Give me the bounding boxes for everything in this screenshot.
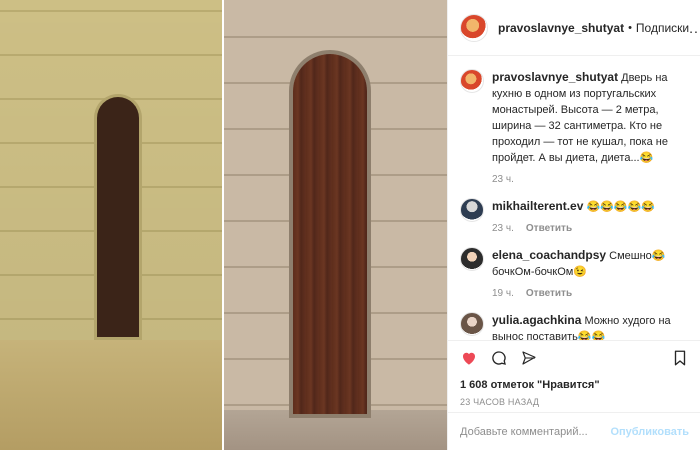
comment-icon[interactable] xyxy=(490,349,508,370)
bookmark-icon[interactable] xyxy=(671,349,689,370)
comment-avatar[interactable] xyxy=(460,198,484,222)
comment-body: mikhailterent.ev 😂😂😂😂😂 23 ч. Ответить xyxy=(492,198,689,237)
header-username[interactable]: pravoslavnye_shutyat xyxy=(498,21,624,35)
comments-section: pravoslavnye_shutyat Дверь на кухню в од… xyxy=(448,57,700,340)
publish-button[interactable]: Опубликовать xyxy=(610,426,689,438)
comment-time[interactable]: 19 ч. xyxy=(492,286,514,302)
separator-dot: • xyxy=(628,21,632,34)
comment-row: elena_coachandpsy Смешно😂 бочкОм-бочкОм😉… xyxy=(460,247,689,302)
caption-text: Дверь на кухню в одном из португальских … xyxy=(492,72,668,164)
caption-body: pravoslavnye_shutyat Дверь на кухню в од… xyxy=(492,69,689,188)
post-timestamp[interactable]: 23 ЧАСОВ НАЗАД xyxy=(460,397,689,407)
comment-avatar[interactable] xyxy=(460,247,484,271)
comment-body: yulia.agachkina Можно худого на вынос по… xyxy=(492,312,689,340)
likes-count[interactable]: 1 608 отметок "Нравится" xyxy=(460,379,689,391)
comment-meta: 19 ч. Ответить xyxy=(492,286,689,302)
more-options-button[interactable]: ... xyxy=(689,20,700,36)
post-image[interactable] xyxy=(0,0,447,450)
comment-body: elena_coachandpsy Смешно😂 бочкОм-бочкОм😉… xyxy=(492,247,689,302)
photo-left-panel xyxy=(0,0,222,450)
caption-row: pravoslavnye_shutyat Дверь на кухню в од… xyxy=(460,69,689,188)
photo-right-panel xyxy=(224,0,447,450)
subscriptions-link[interactable]: Подписки xyxy=(636,21,689,35)
action-icons xyxy=(460,349,689,370)
comment-input[interactable] xyxy=(460,425,611,438)
post-header: pravoslavnye_shutyat • Подписки ... xyxy=(448,0,700,56)
post-actions: 1 608 отметок "Нравится" 23 ЧАСОВ НАЗАД xyxy=(448,340,700,407)
narrow-wooden-door xyxy=(293,54,367,414)
caption-username[interactable]: pravoslavnye_shutyat xyxy=(492,70,618,84)
comment-row: yulia.agachkina Можно худого на вынос по… xyxy=(460,312,689,340)
comment-username[interactable]: yulia.agachkina xyxy=(492,313,581,327)
comment-avatar[interactable] xyxy=(460,312,484,336)
caption-time[interactable]: 23 ч. xyxy=(492,172,514,188)
caption-avatar[interactable] xyxy=(460,69,484,93)
comment-row: mikhailterent.ev 😂😂😂😂😂 23 ч. Ответить xyxy=(460,198,689,237)
narrow-doorway-left xyxy=(97,97,139,337)
like-heart-icon[interactable] xyxy=(460,349,478,370)
comment-meta: 23 ч. Ответить xyxy=(492,221,689,237)
post-sidebar: pravoslavnye_shutyat • Подписки ... prav… xyxy=(447,0,700,450)
photo-left-floor xyxy=(0,340,222,450)
comment-username[interactable]: elena_coachandpsy xyxy=(492,248,606,262)
comment-text: 😂😂😂😂😂 xyxy=(586,201,655,213)
add-comment-bar: Опубликовать xyxy=(448,412,700,450)
photo-right-floor xyxy=(224,410,447,450)
share-icon[interactable] xyxy=(520,349,538,370)
comment-username[interactable]: mikhailterent.ev xyxy=(492,199,583,213)
comment-time[interactable]: 23 ч. xyxy=(492,221,514,237)
avatar[interactable] xyxy=(460,13,488,42)
reply-button[interactable]: Ответить xyxy=(526,286,572,302)
caption-meta: 23 ч. xyxy=(492,172,689,188)
reply-button[interactable]: Ответить xyxy=(526,221,572,237)
